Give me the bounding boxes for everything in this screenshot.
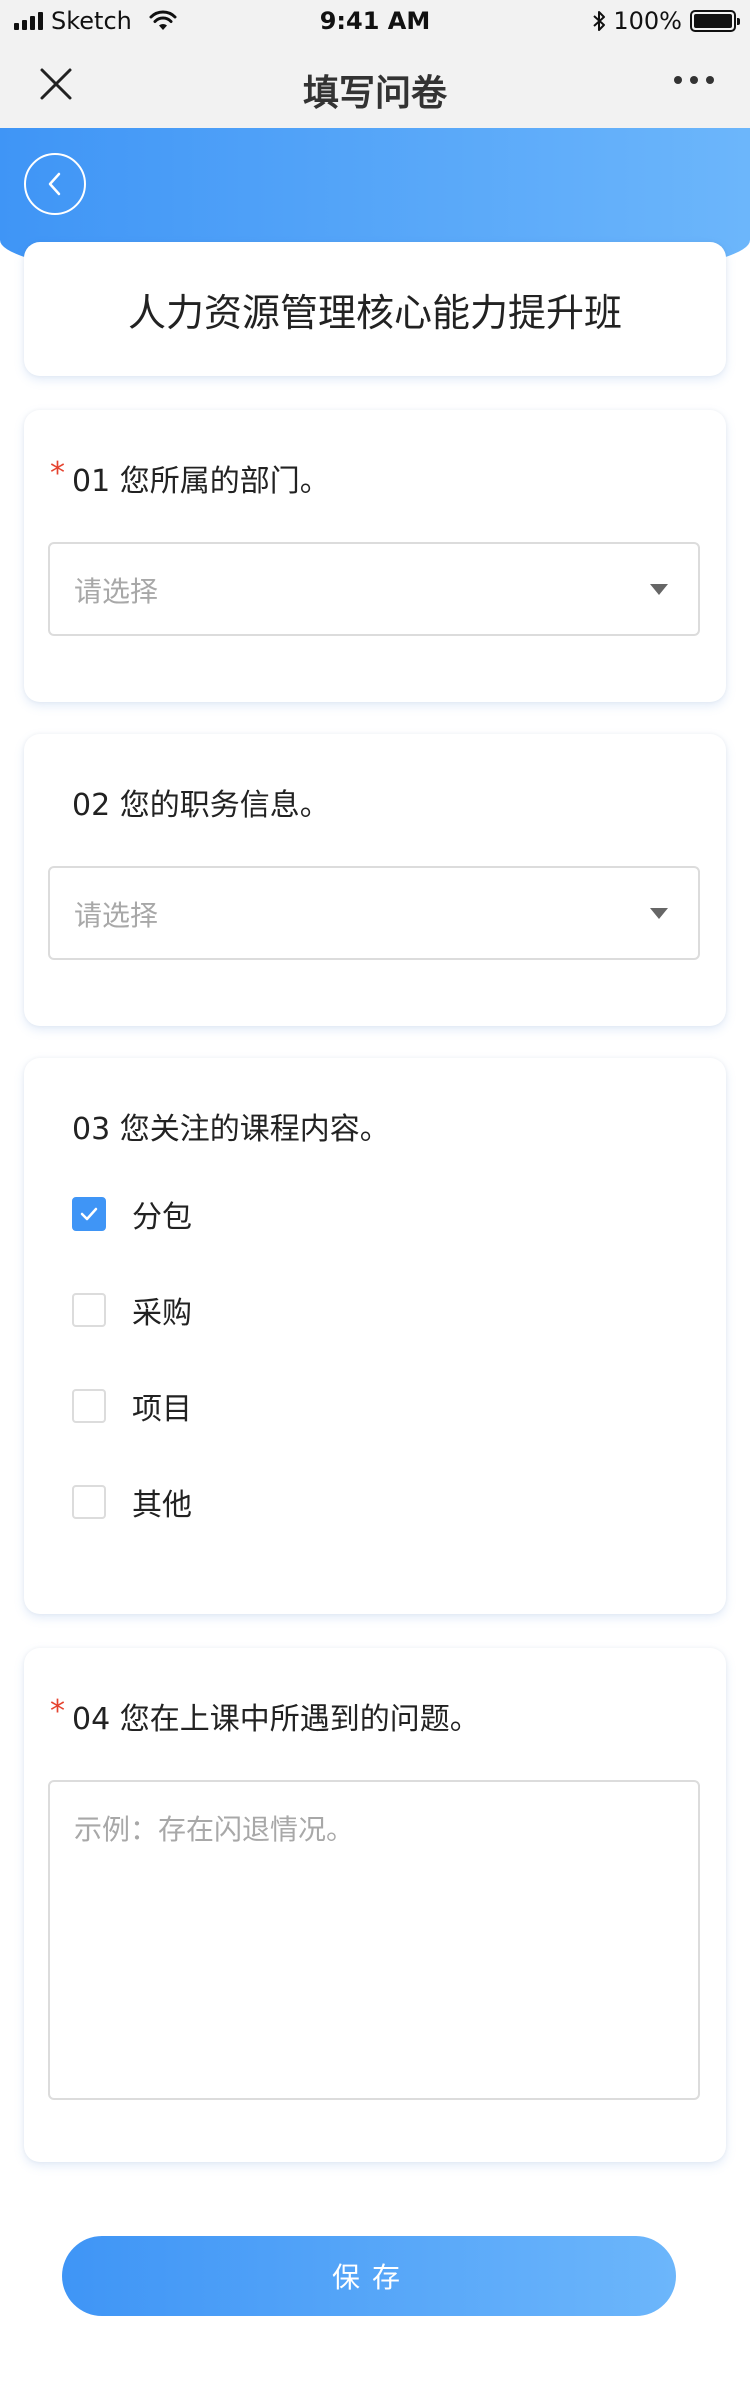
back-button[interactable] [24,153,86,215]
chevron-left-icon [48,172,61,196]
option-label: 采购 [132,1296,192,1331]
bluetooth-icon [593,11,606,31]
question-card-02: 02 您的职务信息。 请选择 [24,734,726,1026]
battery-icon [690,10,740,32]
course-title-card: 人力资源管理核心能力提升班 [24,242,726,376]
battery-percent: 100% [613,7,682,35]
question-card-01: * 01 您所属的部门。 请选择 [24,410,726,702]
question-title-04: 04 您在上课中所遇到的问题。 [72,1702,480,1737]
question-card-04: * 04 您在上课中所遇到的问题。 [24,1648,726,2162]
save-button[interactable]: 保存 [62,2236,676,2316]
checkbox-option-subcontract[interactable]: 分包 [72,1196,192,1235]
checkbox-unchecked[interactable] [72,1293,106,1327]
select-placeholder: 请选择 [74,899,159,932]
checkbox-unchecked[interactable] [72,1389,106,1423]
question-card-03: 03 您关注的课程内容。 分包 采购 项目 其他 [24,1058,726,1614]
option-label: 项目 [132,1392,192,1427]
select-placeholder: 请选择 [74,575,159,608]
checkbox-unchecked[interactable] [72,1485,106,1519]
page-title: 填写问卷 [302,73,447,114]
checkbox-option-procurement[interactable]: 采购 [72,1292,192,1331]
department-select[interactable]: 请选择 [48,542,700,636]
caret-down-icon [650,908,668,919]
question-title-01: 01 您所属的部门。 [72,464,330,499]
required-mark: * [50,456,65,491]
checkbox-option-other[interactable]: 其他 [72,1484,192,1523]
nav-bar: 填写问卷 [0,40,750,128]
question-title-02: 02 您的职务信息。 [72,788,330,823]
problem-textarea[interactable] [48,1780,700,2100]
status-right: 100% [591,7,740,35]
check-icon [80,1207,98,1221]
status-bar: Sketch 9:41 AM 100% [0,0,750,40]
question-title-03: 03 您关注的课程内容。 [72,1112,390,1147]
checkbox-checked[interactable] [72,1197,106,1231]
course-title: 人力资源管理核心能力提升班 [127,290,622,335]
checkbox-option-project[interactable]: 项目 [72,1388,192,1427]
option-label: 分包 [132,1200,192,1235]
caret-down-icon [650,584,668,595]
more-icon[interactable] [674,76,714,84]
position-select[interactable]: 请选择 [48,866,700,960]
option-label: 其他 [132,1488,192,1523]
required-mark: * [50,1694,65,1729]
